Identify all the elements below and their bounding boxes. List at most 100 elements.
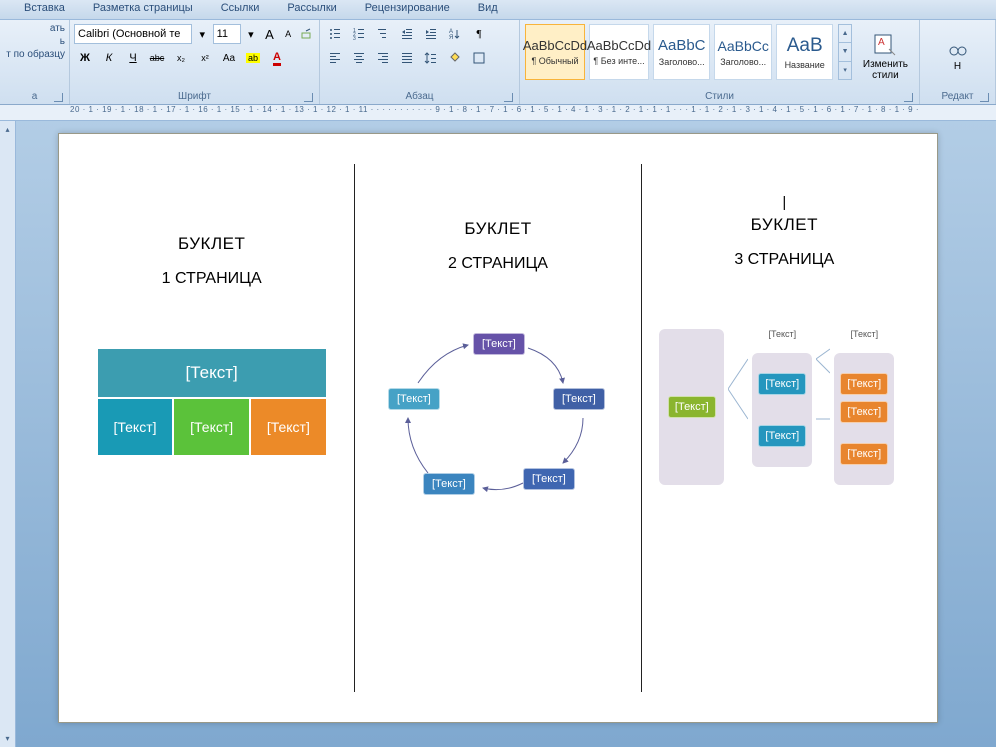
underline-button[interactable]: Ч <box>122 47 144 69</box>
tab-page-layout[interactable]: Разметка страницы <box>79 0 207 19</box>
sa1-cell1[interactable]: [Текст] <box>97 398 174 456</box>
cycle-node-1[interactable]: [Текст] <box>473 333 525 355</box>
change-case-button[interactable]: Aa <box>218 47 240 69</box>
sa1-cell3[interactable]: [Текст] <box>250 398 327 456</box>
tab-references[interactable]: Ссылки <box>207 0 274 19</box>
tab-review[interactable]: Рецензирование <box>351 0 464 19</box>
ribbon-tabs: Вставка Разметка страницы Ссылки Рассылк… <box>0 0 996 20</box>
style-heading2[interactable]: AaBbCc Заголово... <box>714 24 771 80</box>
style-scroll-up-icon[interactable]: ▲ <box>839 25 850 43</box>
border-button[interactable] <box>468 47 490 69</box>
panel3-cursor: | <box>782 194 786 211</box>
sort-button[interactable]: AЯ <box>444 23 466 45</box>
hier-r3[interactable]: [Текст] <box>840 443 888 465</box>
hier-l1[interactable]: [Текст] <box>758 373 806 395</box>
booklet-panel-3: | БУКЛЕТ 3 СТРАНИЦА [Текст] [Текст] [Тек… <box>642 164 927 692</box>
grow-font-button[interactable]: A <box>261 23 278 45</box>
line-spacing-button[interactable] <box>420 47 442 69</box>
group-clipboard: ать ь т по образцу а <box>0 20 70 104</box>
clear-format-button[interactable] <box>298 23 315 45</box>
hier-l2[interactable]: [Текст] <box>758 425 806 447</box>
style-gallery-scroll[interactable]: ▲ ▼ ▾ <box>838 24 851 80</box>
group-label-font: Шрифт <box>74 90 315 104</box>
align-center-button[interactable] <box>348 47 370 69</box>
panel3-subtitle: 3 СТРАНИЦА <box>734 251 834 269</box>
svg-text:A: A <box>878 37 885 48</box>
subscript-button[interactable]: x₂ <box>170 47 192 69</box>
svg-text:3: 3 <box>353 36 356 41</box>
booklet-panel-1: БУКЛЕТ 1 СТРАНИЦА [Текст] [Текст] [Текст… <box>69 164 355 692</box>
horizontal-ruler[interactable]: 20 · 1 · 19 · 1 · 18 · 1 · 17 · 1 · 16 ·… <box>0 105 996 121</box>
shading-button[interactable] <box>444 47 466 69</box>
style-normal[interactable]: AaBbCcDd ¶ Обычный <box>525 24 585 80</box>
smartart-hierarchy[interactable]: [Текст] [Текст] [Текст] [Текст] [Текст] <box>652 329 917 485</box>
document-workspace[interactable]: ▴ ▾ БУКЛЕТ 1 СТРАНИЦА [Текст] [Текст] [Т… <box>0 121 996 747</box>
cut-button[interactable]: ать <box>4 23 65 34</box>
panel1-title: БУКЛЕТ <box>178 234 245 254</box>
change-styles-button[interactable]: A Изменить стили <box>856 23 915 89</box>
show-marks-button[interactable]: ¶ <box>468 23 490 45</box>
smartart-cycle[interactable]: [Текст] [Текст] [Текст] [Текст] [Текст] <box>365 333 630 513</box>
sa1-cell2[interactable]: [Текст] <box>173 398 250 456</box>
panel1-subtitle: 1 СТРАНИЦА <box>162 270 262 288</box>
align-right-button[interactable] <box>372 47 394 69</box>
bold-button[interactable]: Ж <box>74 47 96 69</box>
cycle-node-2[interactable]: [Текст] <box>553 388 605 410</box>
group-label-styles: Стили <box>524 90 915 104</box>
ribbon: ать ь т по образцу а ▾ ▾ A A Ж К Ч abc x… <box>0 20 996 105</box>
decrease-indent-button[interactable] <box>396 23 418 45</box>
cycle-node-3[interactable]: [Текст] <box>523 468 575 490</box>
format-painter-button[interactable]: т по образцу <box>4 49 65 60</box>
sa1-header[interactable]: [Текст] <box>97 348 327 398</box>
hier-r1[interactable]: [Текст] <box>840 373 888 395</box>
group-editing: Н Редакт <box>920 20 996 104</box>
change-styles-icon: A <box>871 31 899 59</box>
group-label-editing: Редакт <box>924 90 991 104</box>
multilevel-button[interactable] <box>372 23 394 45</box>
italic-button[interactable]: К <box>98 47 120 69</box>
style-heading1[interactable]: AaBbC Заголово... <box>653 24 710 80</box>
highlight-button[interactable]: ab <box>242 47 264 69</box>
ruler-bottom-arrow-icon[interactable]: ▾ <box>5 734 9 743</box>
cycle-arrows-icon <box>383 333 613 513</box>
vertical-ruler[interactable]: ▴ ▾ <box>0 121 16 747</box>
tab-mailings[interactable]: Рассылки <box>273 0 350 19</box>
justify-button[interactable] <box>396 47 418 69</box>
shrink-font-button[interactable]: A <box>280 23 297 45</box>
panel3-title: БУКЛЕТ <box>751 215 818 235</box>
hier-root[interactable]: [Текст] <box>668 396 716 418</box>
group-label-paragraph: Абзац <box>324 90 515 104</box>
cycle-node-4[interactable]: [Текст] <box>423 473 475 495</box>
numbering-button[interactable]: 123 <box>348 23 370 45</box>
increase-indent-button[interactable] <box>420 23 442 45</box>
font-size-input[interactable] <box>213 24 241 44</box>
hier-r2[interactable]: [Текст] <box>840 401 888 423</box>
panel2-subtitle: 2 СТРАНИЦА <box>448 255 548 273</box>
hier-connector-icon <box>728 329 748 449</box>
find-button[interactable]: Н <box>924 23 991 89</box>
style-title[interactable]: AaB Название <box>776 24 833 80</box>
copy-button[interactable]: ь <box>4 36 65 47</box>
font-family-dropdown-icon[interactable]: ▾ <box>194 23 211 45</box>
booklet-panel-2: БУКЛЕТ 2 СТРАНИЦА [Текст] [Текст] [Текст… <box>355 164 641 692</box>
font-color-button[interactable]: A <box>266 47 288 69</box>
style-scroll-down-icon[interactable]: ▼ <box>839 43 850 61</box>
strike-button[interactable]: abc <box>146 47 168 69</box>
style-expand-icon[interactable]: ▾ <box>839 62 850 79</box>
align-left-button[interactable] <box>324 47 346 69</box>
font-size-dropdown-icon[interactable]: ▾ <box>243 23 260 45</box>
smartart-table[interactable]: [Текст] [Текст] [Текст] [Текст] <box>79 348 344 456</box>
tab-view[interactable]: Вид <box>464 0 512 19</box>
cycle-node-5[interactable]: [Текст] <box>388 388 440 410</box>
style-no-spacing[interactable]: AaBbCcDd ¶ Без инте... <box>589 24 649 80</box>
font-family-input[interactable] <box>74 24 192 44</box>
ruler-top-arrow-icon[interactable]: ▴ <box>5 125 9 134</box>
bullets-button[interactable] <box>324 23 346 45</box>
hier-col2-label: [Текст] <box>768 329 796 339</box>
hier-connector2-icon <box>816 329 830 449</box>
tab-insert[interactable]: Вставка <box>10 0 79 19</box>
document-page[interactable]: БУКЛЕТ 1 СТРАНИЦА [Текст] [Текст] [Текст… <box>58 133 938 723</box>
group-paragraph: 123 AЯ ¶ Абзац <box>320 20 520 104</box>
superscript-button[interactable]: x² <box>194 47 216 69</box>
panel2-title: БУКЛЕТ <box>464 219 531 239</box>
